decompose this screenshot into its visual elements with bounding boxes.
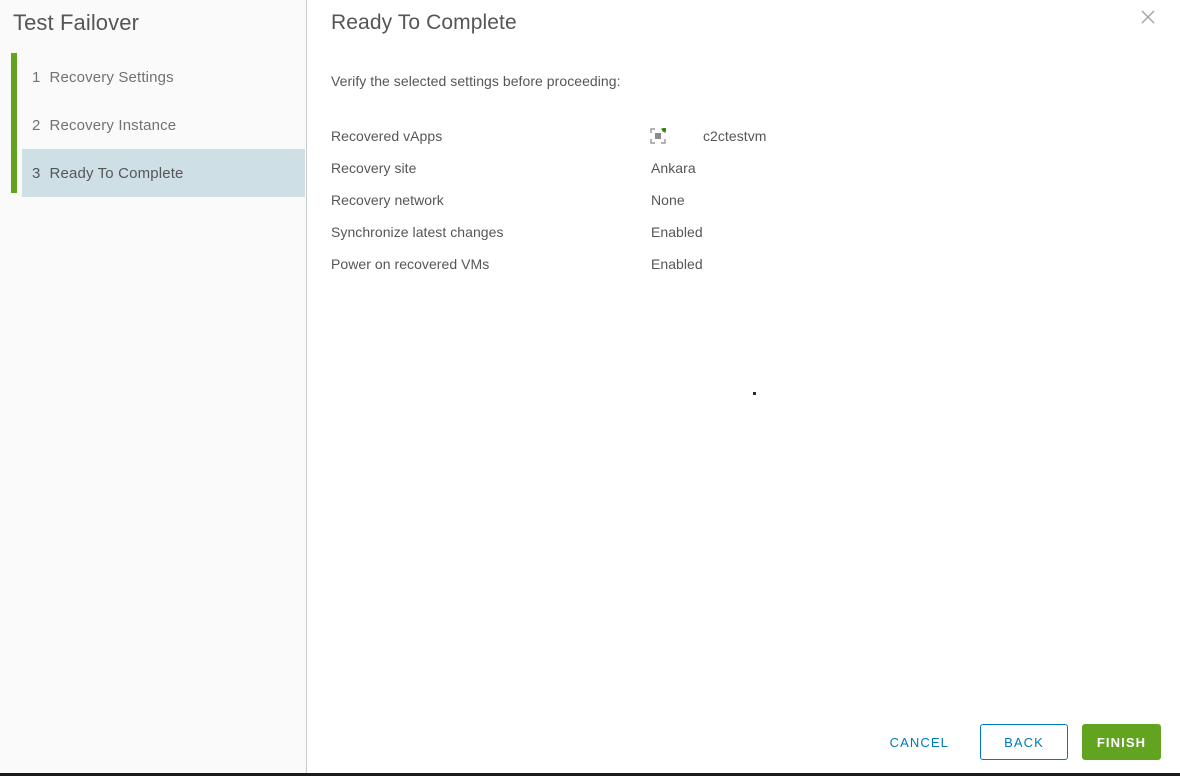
sidebar-step-recovery-settings[interactable]: 1 Recovery Settings xyxy=(22,53,305,101)
sidebar-step-recovery-instance[interactable]: 2 Recovery Instance xyxy=(22,101,305,149)
back-button[interactable]: Back xyxy=(980,724,1068,760)
summary-label: Recovery network xyxy=(331,192,444,208)
summary-label: Recovered vApps xyxy=(331,128,443,144)
summary-value: Enabled xyxy=(651,224,703,240)
panel-content: Ready To Complete Verify the selected se… xyxy=(307,0,1180,280)
step-label: Recovery Settings xyxy=(49,68,174,86)
test-failover-wizard: Test Failover 1 Recovery Settings 2 Reco… xyxy=(0,0,1180,776)
cursor-artifact xyxy=(753,392,756,395)
table-row: Recovery site Ankara xyxy=(331,152,1091,184)
step-number: 2 xyxy=(32,116,41,134)
step-number: 1 xyxy=(32,68,41,86)
summary-label: Power on recovered VMs xyxy=(331,256,490,272)
summary-label: Recovery site xyxy=(331,160,417,176)
table-row: Synchronize latest changes Enabled xyxy=(331,216,1091,248)
step-label: Ready To Complete xyxy=(49,164,184,182)
summary-value: Ankara xyxy=(651,160,696,176)
summary-value: Enabled xyxy=(651,256,703,272)
page-title: Ready To Complete xyxy=(331,11,517,34)
panel-subtitle: Verify the selected settings before proc… xyxy=(331,73,621,89)
wizard-sidebar: Test Failover 1 Recovery Settings 2 Reco… xyxy=(0,0,307,773)
wizard-stepper: 1 Recovery Settings 2 Recovery Instance … xyxy=(0,53,306,197)
close-icon[interactable] xyxy=(1135,4,1161,30)
cancel-button[interactable]: Cancel xyxy=(875,724,964,760)
vapp-icon xyxy=(650,128,666,144)
summary-label: Synchronize latest changes xyxy=(331,224,504,240)
wizard-title: Test Failover xyxy=(13,10,140,35)
step-number: 3 xyxy=(32,164,41,182)
summary-table: Recovered vApps c2ctestvm Recovery site … xyxy=(331,120,1091,280)
table-row: Power on recovered VMs Enabled xyxy=(331,248,1091,280)
summary-value: c2ctestvm xyxy=(650,120,1091,152)
summary-value: None xyxy=(651,192,685,208)
wizard-footer: Cancel Back Finish xyxy=(875,724,1161,760)
wizard-main-panel: Ready To Complete Verify the selected se… xyxy=(307,0,1180,773)
table-row: Recovered vApps c2ctestvm xyxy=(331,120,1091,152)
vapp-name: c2ctestvm xyxy=(703,128,767,144)
finish-button[interactable]: Finish xyxy=(1082,724,1161,760)
table-row: Recovery network None xyxy=(331,184,1091,216)
sidebar-step-ready-to-complete[interactable]: 3 Ready To Complete xyxy=(22,149,305,197)
stepper-progress-rail xyxy=(11,53,17,193)
step-label: Recovery Instance xyxy=(49,116,177,134)
